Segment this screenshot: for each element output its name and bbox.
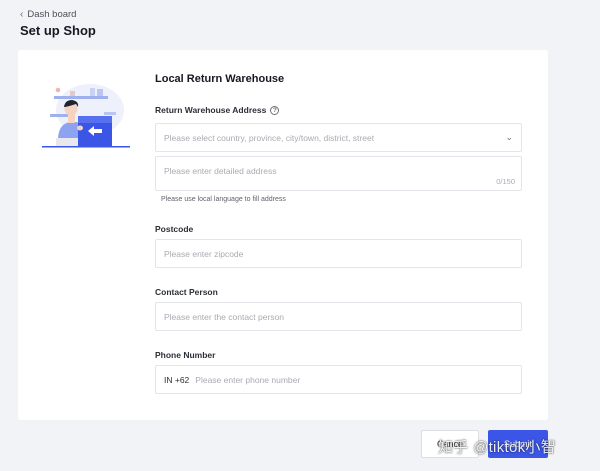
setup-card: Local Return Warehouse Return Warehouse … bbox=[18, 50, 548, 420]
postcode-field[interactable] bbox=[155, 239, 522, 268]
chevron-down-icon: ⌄ bbox=[505, 132, 513, 142]
submit-button[interactable]: Submit bbox=[488, 430, 548, 458]
contact-person-input[interactable] bbox=[164, 311, 521, 322]
cancel-button[interactable]: Cance bbox=[421, 430, 479, 458]
phone-number-field[interactable]: IN +62 bbox=[155, 365, 522, 394]
address-region-select[interactable]: Please select country, province, city/to… bbox=[155, 123, 522, 152]
address-hint: Please use local language to fill addres… bbox=[161, 196, 286, 203]
page-title: Set up Shop bbox=[20, 23, 96, 38]
address-detail-field[interactable]: 0/150 bbox=[155, 156, 522, 191]
character-counter: 0/150 bbox=[496, 177, 515, 186]
warehouse-illustration-icon bbox=[42, 84, 130, 148]
address-label: Return Warehouse Address ? bbox=[155, 105, 280, 115]
address-detail-input[interactable] bbox=[164, 166, 521, 184]
back-to-dashboard-link[interactable]: ‹ Dash board bbox=[20, 9, 76, 20]
phone-number-label: Phone Number bbox=[155, 350, 216, 360]
phone-country-prefix[interactable]: IN +62 bbox=[164, 375, 189, 385]
phone-number-input[interactable] bbox=[195, 374, 521, 385]
section-title: Local Return Warehouse bbox=[155, 73, 285, 85]
postcode-label: Postcode bbox=[155, 224, 194, 234]
back-link-label: Dash board bbox=[27, 9, 77, 20]
contact-person-field[interactable] bbox=[155, 302, 522, 331]
help-icon[interactable]: ? bbox=[270, 105, 280, 115]
contact-person-label: Contact Person bbox=[155, 287, 218, 297]
chevron-left-icon: ‹ bbox=[20, 8, 24, 20]
postcode-input[interactable] bbox=[164, 248, 521, 259]
